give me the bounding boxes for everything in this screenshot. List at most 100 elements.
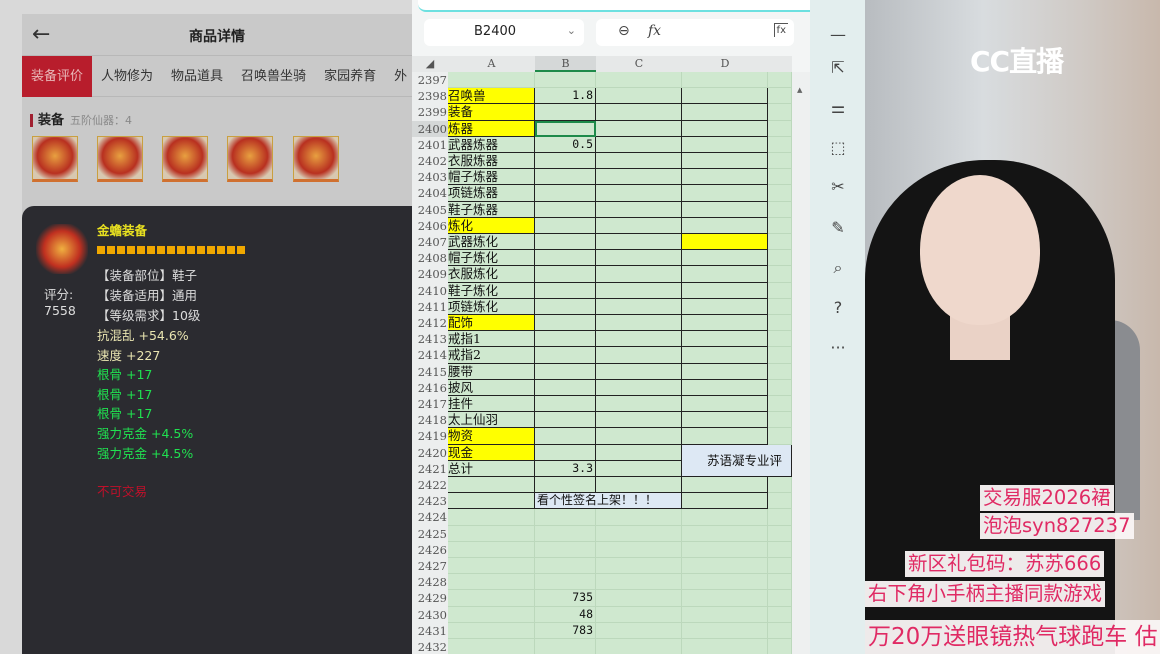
- help-icon[interactable]: ?: [827, 297, 849, 319]
- cell-A2412[interactable]: 配饰: [448, 315, 535, 332]
- row-number[interactable]: 2414: [412, 347, 448, 364]
- formula-bar[interactable]: ⊖ fx fx: [596, 19, 794, 46]
- cell-B2407[interactable]: [535, 234, 596, 251]
- column-header-c[interactable]: C: [596, 56, 682, 72]
- cell-E2399[interactable]: [768, 104, 792, 121]
- cell-D2408[interactable]: [682, 250, 768, 267]
- column-header-d[interactable]: D: [682, 56, 768, 72]
- cell-A2427[interactable]: [448, 558, 535, 575]
- cell-B2419[interactable]: [535, 428, 596, 445]
- cell-C2429[interactable]: [596, 590, 682, 607]
- cell-E2412[interactable]: [768, 315, 792, 332]
- cell-C2401[interactable]: [596, 136, 682, 153]
- cell-D2424[interactable]: [682, 509, 768, 526]
- cell-A2425[interactable]: [448, 525, 535, 542]
- cell-E2402[interactable]: [768, 153, 792, 170]
- column-header-a[interactable]: A: [448, 56, 535, 72]
- cell-C2404[interactable]: [596, 185, 682, 202]
- cell-C2399[interactable]: [596, 104, 682, 121]
- cell-E2401[interactable]: [768, 136, 792, 153]
- cursor-select-icon[interactable]: ⇱: [827, 57, 849, 79]
- cell-B2409[interactable]: [535, 266, 596, 283]
- cell-A2416[interactable]: 披风: [448, 379, 535, 396]
- cell-B2398[interactable]: 1.8: [535, 88, 596, 105]
- cell-C2424[interactable]: [596, 509, 682, 526]
- cell-A2419[interactable]: 物资: [448, 428, 535, 445]
- chevron-down-icon[interactable]: ⌄: [567, 24, 576, 37]
- row-number[interactable]: 2417: [412, 396, 448, 413]
- cell-D2414[interactable]: [682, 347, 768, 364]
- cell-E2418[interactable]: [768, 412, 792, 429]
- cell-D2397[interactable]: [682, 72, 768, 89]
- cell-E2403[interactable]: [768, 169, 792, 186]
- minimize-icon[interactable]: —: [827, 24, 849, 46]
- cell-A2430[interactable]: [448, 606, 535, 623]
- cell-B2431[interactable]: 783: [535, 622, 596, 639]
- row-number[interactable]: 2416: [412, 379, 448, 396]
- cell-E2431[interactable]: [768, 622, 792, 639]
- book-search-icon[interactable]: ⌕: [827, 257, 849, 279]
- cell-C2413[interactable]: [596, 331, 682, 348]
- cell-C2426[interactable]: [596, 541, 682, 558]
- cell-E2411[interactable]: [768, 298, 792, 315]
- zoom-search-icon[interactable]: ⊖: [618, 23, 630, 39]
- cell-C2400[interactable]: [596, 120, 682, 137]
- cell-B2408[interactable]: [535, 250, 596, 267]
- cell-A2398[interactable]: 召唤兽: [448, 88, 535, 105]
- cell-E2416[interactable]: [768, 379, 792, 396]
- cell-A2404[interactable]: 项链炼器: [448, 185, 535, 202]
- cell-E2429[interactable]: [768, 590, 792, 607]
- cell-A2406[interactable]: 炼化: [448, 217, 535, 234]
- row-number[interactable]: 2402: [412, 153, 448, 170]
- row-number[interactable]: 2419: [412, 428, 448, 445]
- cell-B2421[interactable]: 3.3: [535, 460, 596, 477]
- cell-A2411[interactable]: 项链炼化: [448, 298, 535, 315]
- cell-C2419[interactable]: [596, 428, 682, 445]
- cell-B2432[interactable]: [535, 639, 596, 654]
- row-number[interactable]: 2411: [412, 298, 448, 315]
- cell-C2403[interactable]: [596, 169, 682, 186]
- cell-E2424[interactable]: [768, 509, 792, 526]
- cell-A2423[interactable]: [448, 493, 535, 510]
- cell-A2415[interactable]: 腰带: [448, 363, 535, 380]
- cell-D2432[interactable]: [682, 639, 768, 654]
- cell-C2398[interactable]: [596, 88, 682, 105]
- cell-A2432[interactable]: [448, 639, 535, 654]
- cell-C2407[interactable]: [596, 234, 682, 251]
- cell-D2410[interactable]: [682, 282, 768, 299]
- equipment-icon[interactable]: [293, 136, 339, 182]
- row-number[interactable]: 2418: [412, 412, 448, 429]
- cell-C2421[interactable]: [596, 460, 682, 477]
- equipment-icon[interactable]: [227, 136, 273, 182]
- cell-C2410[interactable]: [596, 282, 682, 299]
- cell-A2403[interactable]: 帽子炼器: [448, 169, 535, 186]
- cell-A2428[interactable]: [448, 574, 535, 591]
- equipment-icon[interactable]: [162, 136, 208, 182]
- cell-C2405[interactable]: [596, 201, 682, 218]
- cell-C2428[interactable]: [596, 574, 682, 591]
- cell-D2413[interactable]: [682, 331, 768, 348]
- cell-D2423[interactable]: [682, 493, 768, 510]
- cell-C2416[interactable]: [596, 379, 682, 396]
- cell-A2422[interactable]: [448, 477, 535, 494]
- cell-A2413[interactable]: 戒指1: [448, 331, 535, 348]
- equipment-icon[interactable]: [97, 136, 143, 182]
- row-number[interactable]: 2406: [412, 217, 448, 234]
- cell-C2427[interactable]: [596, 558, 682, 575]
- row-number[interactable]: 2413: [412, 331, 448, 348]
- cell-B2399[interactable]: [535, 104, 596, 121]
- row-number[interactable]: 2426: [412, 541, 448, 558]
- cell-D2418[interactable]: [682, 412, 768, 429]
- cell-B2425[interactable]: [535, 525, 596, 542]
- cell-B2416[interactable]: [535, 379, 596, 396]
- cell-E2415[interactable]: [768, 363, 792, 380]
- cell-A2402[interactable]: 衣服炼器: [448, 153, 535, 170]
- cell-E2407[interactable]: [768, 234, 792, 251]
- cell-E2430[interactable]: [768, 606, 792, 623]
- cell-D2429[interactable]: [682, 590, 768, 607]
- cell-D2426[interactable]: [682, 541, 768, 558]
- select-all-corner[interactable]: ◢: [412, 56, 448, 72]
- cell-D2430[interactable]: [682, 606, 768, 623]
- cell-D2427[interactable]: [682, 558, 768, 575]
- cell-C2422[interactable]: [596, 477, 682, 494]
